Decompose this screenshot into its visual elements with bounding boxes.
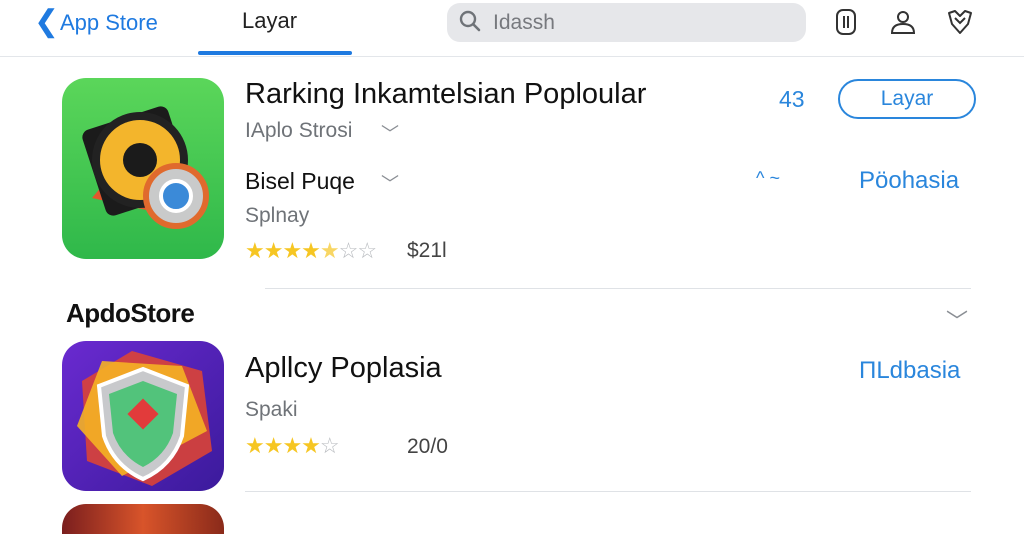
app-icon[interactable]	[62, 504, 224, 534]
heart-icon[interactable]	[946, 8, 974, 36]
stars-filled: ★★★★	[245, 238, 321, 263]
app-icon[interactable]	[62, 341, 224, 491]
chevron-down-icon[interactable]: ﹀	[946, 304, 968, 336]
tab-layar[interactable]: Layar	[242, 8, 297, 34]
back-button[interactable]: App Store	[60, 10, 158, 36]
star-rating: ★★★★★☆☆	[245, 238, 377, 264]
phone-icon[interactable]	[832, 8, 860, 36]
app-link[interactable]: ΠLdbasia	[859, 357, 960, 385]
get-button[interactable]: Layar	[838, 79, 976, 119]
chevron-down-icon[interactable]: ﹀	[381, 120, 399, 146]
developer-name: IAplo Strosi	[245, 119, 353, 142]
divider	[265, 288, 971, 289]
app-icon-art	[62, 341, 224, 491]
trend-icon: ^ ~	[756, 168, 780, 188]
app-icon[interactable]	[62, 78, 224, 259]
stars-filled: ★★★★	[245, 433, 321, 458]
app-icon-art	[62, 78, 224, 259]
app-title[interactable]: Apllcy Poplasia	[245, 352, 442, 385]
app-category: Spaki	[245, 398, 298, 421]
star-half: ★	[319, 238, 340, 263]
person-icon[interactable]	[889, 8, 917, 36]
app-link[interactable]: Pöohasia	[859, 167, 959, 195]
chevron-left-icon[interactable]: ❮	[34, 7, 59, 37]
rating-count: $21l	[407, 239, 447, 262]
app-title[interactable]: Rarking Inkamtelsian Poploular	[245, 78, 646, 111]
tab-active-indicator	[198, 51, 352, 55]
stars-empty: ☆☆	[338, 238, 377, 263]
divider	[245, 491, 971, 492]
stars-empty: ☆	[319, 433, 340, 458]
section-title: ApdoStore	[66, 298, 195, 328]
search-icon	[459, 10, 481, 32]
chevron-down-icon[interactable]: ﹀	[381, 170, 399, 196]
app-count-label: 43	[779, 86, 805, 112]
rating-count: 20/0	[407, 435, 448, 458]
search-placeholder: Idassh	[493, 11, 555, 34]
app-detail: Bisel Puqe	[245, 168, 355, 194]
star-rating: ★★★★☆	[245, 433, 340, 459]
app-category: Splnay	[245, 204, 310, 227]
